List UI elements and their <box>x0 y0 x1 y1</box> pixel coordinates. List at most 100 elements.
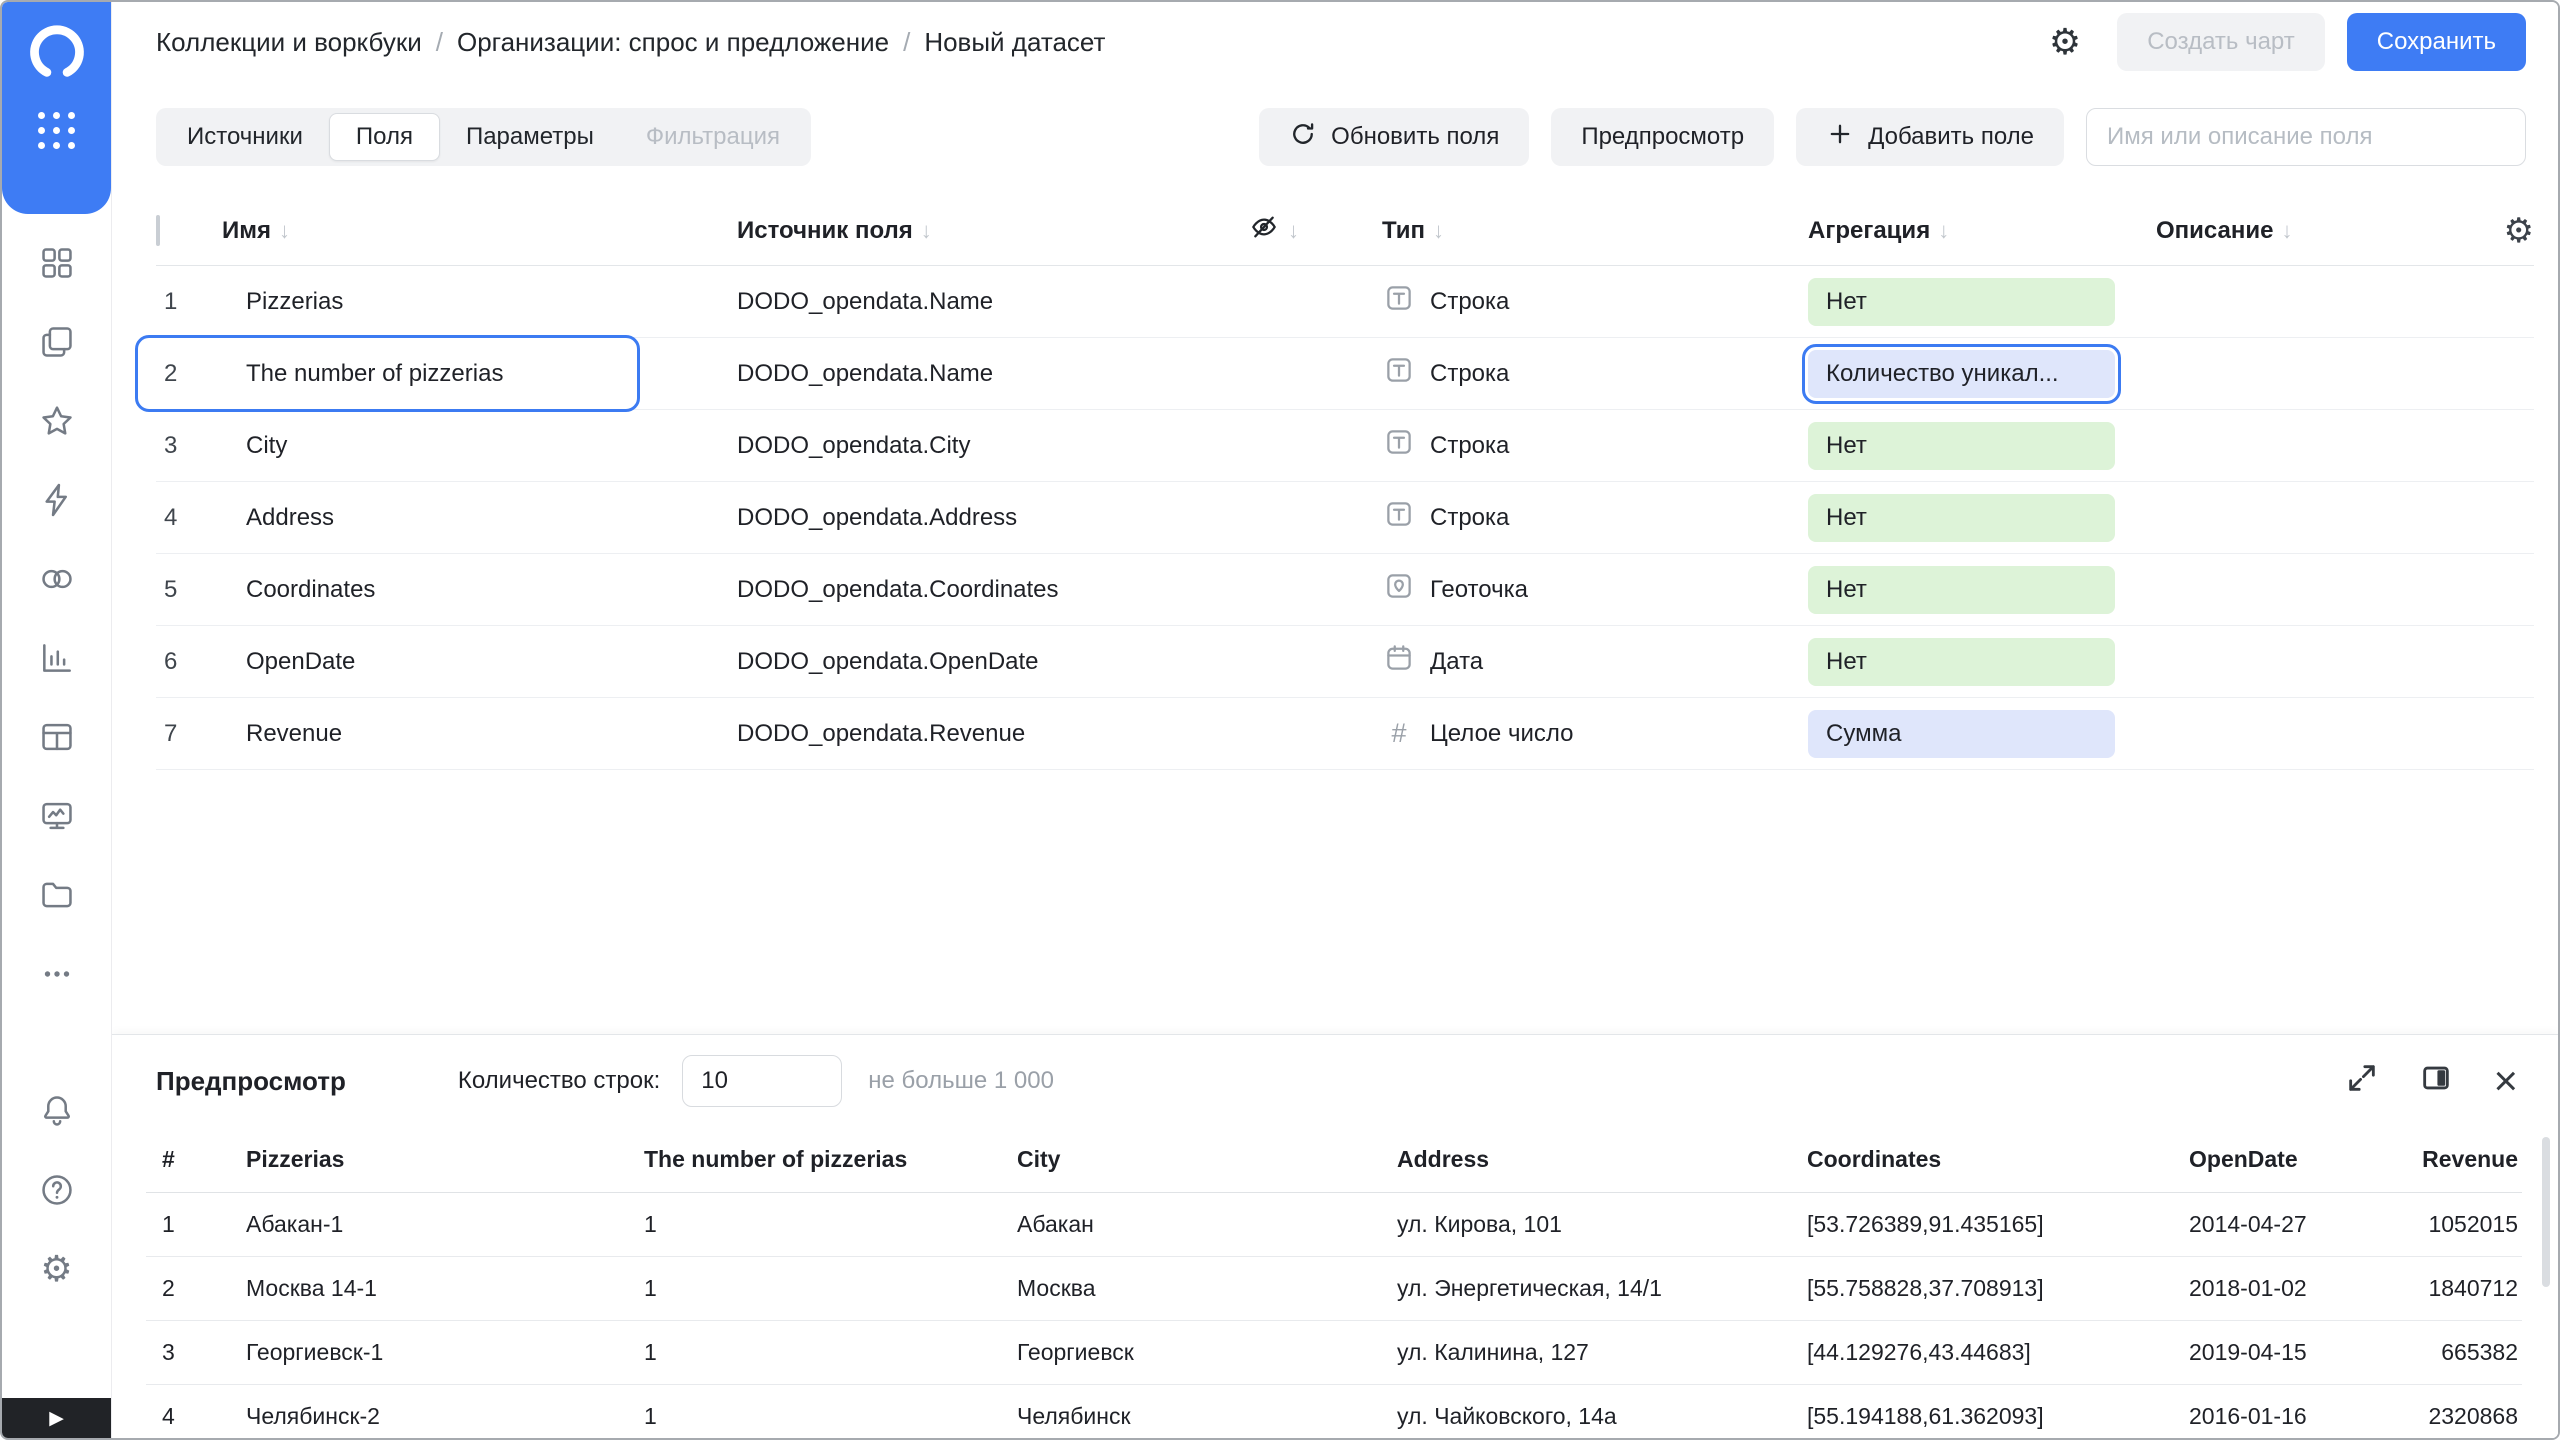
table-settings-gear-icon[interactable]: ⚙ <box>2478 211 2534 251</box>
topbar-actions: ⚙ Создать чарт Сохранить <box>2049 13 2526 71</box>
breadcrumb-dataset[interactable]: Новый датасет <box>924 27 1105 58</box>
storage-icon[interactable] <box>34 872 80 918</box>
field-row: 2 The number of pizzerias DODO_opendata.… <box>135 335 2534 412</box>
preview-header-cell: Pizzerias <box>246 1146 345 1172</box>
breadcrumb: Коллекции и воркбуки / Организации: спро… <box>156 27 1105 58</box>
split-view-icon[interactable] <box>2419 1061 2453 1102</box>
dashboards-icon[interactable] <box>34 793 80 839</box>
field-name[interactable]: Address <box>222 504 737 532</box>
field-type[interactable]: Строка <box>1382 497 1808 538</box>
preview-actions: × <box>2345 1060 2518 1102</box>
eye-off-icon <box>1248 211 1280 250</box>
create-chart-button[interactable]: Создать чарт <box>2117 13 2325 71</box>
preview-header-cell: City <box>1017 1146 1061 1172</box>
refresh-icon <box>1289 120 1317 155</box>
field-row: 4 Address DODO_opendata.Address Строка Н… <box>156 482 2534 554</box>
field-search-input[interactable] <box>2086 108 2526 166</box>
field-name[interactable]: City <box>222 432 737 460</box>
field-type[interactable]: Строка <box>1382 425 1808 466</box>
preview-header-cell: Address <box>1397 1146 1490 1172</box>
field-source: DODO_opendata.City <box>737 431 971 459</box>
more-icon[interactable] <box>34 951 80 997</box>
refresh-fields-button[interactable]: Обновить поля <box>1259 108 1530 166</box>
tab-filtering[interactable]: Фильтрация <box>620 113 806 161</box>
sort-icon: ↓ <box>2281 217 2293 243</box>
header-name[interactable]: Имя ↓ <box>222 217 737 245</box>
sort-icon: ↓ <box>1433 217 1444 243</box>
collections-icon[interactable] <box>34 240 80 286</box>
field-row: 6 OpenDate DODO_opendata.OpenDate Дата Н… <box>156 626 2534 698</box>
field-name[interactable]: Pizzerias <box>222 288 737 316</box>
header-description[interactable]: Описание ↓ <box>2156 217 2478 245</box>
aggregation-select[interactable]: Количество уникал... <box>1802 343 2121 404</box>
field-name[interactable]: Revenue <box>222 720 737 748</box>
field-name[interactable]: Coordinates <box>222 576 737 604</box>
preview-toggle-button[interactable]: Предпросмотр <box>1551 108 1775 166</box>
field-type[interactable]: Дата <box>1382 641 1808 682</box>
preview-header-cell: # <box>162 1146 175 1172</box>
type-string-icon <box>1382 497 1416 538</box>
sidebar-collapse-button[interactable]: ▶ <box>2 1398 111 1438</box>
row-count-input[interactable] <box>682 1055 843 1107</box>
settings-icon[interactable]: ⚙ <box>34 1246 80 1292</box>
breadcrumb-collections[interactable]: Коллекции и воркбуки <box>156 27 422 58</box>
aggregation-select[interactable]: Нет <box>1808 277 2115 326</box>
apps-grid-icon[interactable] <box>38 112 75 149</box>
header-source[interactable]: Источник поля ↓ <box>737 217 1248 245</box>
preview-header-cell: Revenue <box>2422 1146 2518 1172</box>
app-window: ⚙ ▶ Коллекции и воркбуки / Организации: … <box>0 0 2560 1440</box>
tab-fields[interactable]: Поля <box>328 113 440 161</box>
close-preview-icon[interactable]: × <box>2493 1060 2518 1102</box>
type-string-icon <box>1382 281 1416 322</box>
aggregation-select[interactable]: Сумма <box>1808 709 2115 758</box>
datalens-logo-icon[interactable] <box>26 22 88 84</box>
connections-icon[interactable] <box>34 477 80 523</box>
preview-table-header: # Pizzerias The number of pizzerias City… <box>146 1127 2522 1193</box>
dataset-settings-gear-icon[interactable]: ⚙ <box>2049 21 2081 63</box>
field-type[interactable]: # Целое число <box>1382 718 1808 749</box>
tabs-toolbar-row: Источники Поля Параметры Фильтрация Обно… <box>112 82 2558 166</box>
breadcrumb-separator: / <box>435 26 443 57</box>
help-icon[interactable] <box>34 1167 80 1213</box>
field-name[interactable]: OpenDate <box>222 648 737 676</box>
field-name[interactable]: The number of pizzerias <box>222 360 737 388</box>
select-all-checkbox[interactable] <box>156 214 160 246</box>
field-type[interactable]: Геоточка <box>1382 569 1808 610</box>
header-hidden[interactable]: ↓ <box>1248 211 1382 250</box>
datasets-icon[interactable] <box>34 556 80 602</box>
preview-header-cell: OpenDate <box>2189 1146 2298 1172</box>
sidebar-header <box>2 2 111 214</box>
preview-panel: Предпросмотр Количество строк: не больше… <box>112 1034 2558 1438</box>
tab-group: Источники Поля Параметры Фильтрация <box>156 108 812 166</box>
field-source: DODO_opendata.Name <box>737 359 994 387</box>
field-source: DODO_opendata.OpenDate <box>737 647 1039 675</box>
preview-title: Предпросмотр <box>156 1065 346 1096</box>
preview-scrollbar[interactable] <box>2542 1137 2550 1287</box>
sort-icon: ↓ <box>920 217 932 243</box>
notifications-icon[interactable] <box>34 1088 80 1134</box>
sidebar-bottom: ⚙ <box>2 1088 111 1292</box>
field-type[interactable]: Строка <box>1382 353 1808 394</box>
breadcrumb-workbook[interactable]: Организации: спрос и предложение <box>457 27 889 58</box>
aggregation-select[interactable]: Нет <box>1808 565 2115 614</box>
tab-parameters[interactable]: Параметры <box>440 113 620 161</box>
workbooks-icon[interactable] <box>34 319 80 365</box>
add-field-label: Добавить поле <box>1868 123 2034 150</box>
field-type[interactable]: Строка <box>1382 281 1808 322</box>
charts-icon[interactable] <box>34 635 80 681</box>
expand-preview-icon[interactable] <box>2345 1061 2379 1102</box>
sidebar-nav <box>2 240 111 997</box>
header-type[interactable]: Тип ↓ <box>1382 217 1808 245</box>
main-content: Коллекции и воркбуки / Организации: спро… <box>112 2 2558 1438</box>
tab-sources[interactable]: Источники <box>161 113 329 161</box>
preview-header-cell: Coordinates <box>1807 1146 1942 1172</box>
header-aggregation[interactable]: Агрегация ↓ <box>1808 217 2156 245</box>
add-field-button[interactable]: Добавить поле <box>1796 108 2064 166</box>
aggregation-select[interactable]: Нет <box>1808 493 2115 542</box>
preview-header: Предпросмотр Количество строк: не больше… <box>112 1035 2558 1127</box>
tables-icon[interactable] <box>34 714 80 760</box>
favorites-icon[interactable] <box>34 398 80 444</box>
save-button[interactable]: Сохранить <box>2346 13 2526 71</box>
aggregation-select[interactable]: Нет <box>1808 637 2115 686</box>
aggregation-select[interactable]: Нет <box>1808 421 2115 470</box>
